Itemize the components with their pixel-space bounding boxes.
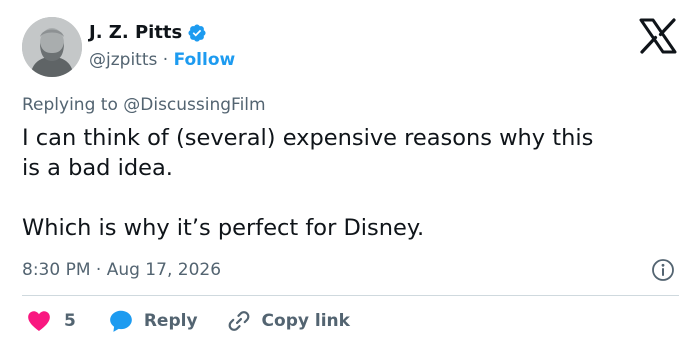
like-count: 5 [64,311,76,331]
copy-link-label: Copy link [261,311,350,331]
x-logo-icon[interactable] [638,18,678,54]
handle-separator: · [162,50,169,70]
author-name-row: J. Z. Pitts [89,22,207,44]
like-button[interactable]: 5 [26,308,76,334]
author-handle[interactable]: @jzpitts [89,50,157,70]
reply-label: Reply [143,311,198,331]
reply-prefix: Replying to [22,95,118,115]
reply-button[interactable]: Reply [108,308,198,334]
action-bar: 5 Reply Copy link [26,308,350,334]
author-handle-row: @jzpitts · Follow [89,49,235,71]
divider [22,295,679,296]
copy-link-button[interactable]: Copy link [226,308,350,334]
reply-mention[interactable]: @DiscussingFilm [123,95,265,115]
verified-badge-icon [188,24,206,42]
reply-context: Replying to @DiscussingFilm [22,94,266,116]
heart-icon [28,311,50,331]
link-icon [228,311,249,331]
tweet-text: I can think of (several) expensive reaso… [22,125,594,241]
reply-bubble-icon [110,310,132,332]
follow-button[interactable]: Follow [174,50,236,70]
info-icon[interactable] [651,258,675,282]
avatar[interactable] [22,17,82,77]
tweet-timestamp[interactable]: 8:30 PM · Aug 17, 2026 [22,259,221,281]
author-name[interactable]: J. Z. Pitts [89,22,182,44]
